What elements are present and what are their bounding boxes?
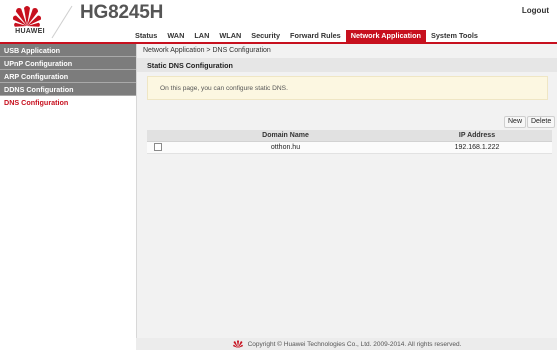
nav-wan[interactable]: WAN: [162, 30, 189, 42]
sidebar-item-arp-configuration[interactable]: ARP Configuration: [0, 70, 136, 83]
footer: Copyright © Huawei Technologies Co., Ltd…: [136, 338, 557, 350]
logout-link[interactable]: Logout: [522, 6, 549, 15]
header-domain-name: Domain Name: [169, 130, 402, 142]
info-text: On this page, you can configure static D…: [160, 85, 288, 92]
header-select: [147, 130, 169, 142]
main-content: Network Application > DNS Configuration …: [136, 44, 557, 338]
section-header: Static DNS Configuration: [137, 58, 557, 72]
table-header-row: Domain Name IP Address: [147, 130, 552, 142]
sidebar: USB Application UPnP Configuration ARP C…: [0, 44, 136, 350]
dns-table: Domain Name IP Address otthon.hu 192.168…: [147, 130, 552, 154]
device-model: HG8245H: [80, 2, 164, 23]
row-select-cell: [147, 141, 169, 154]
header-ip-address: IP Address: [402, 130, 552, 142]
nav-status[interactable]: Status: [130, 30, 162, 42]
footer-copyright: Copyright © Huawei Technologies Co., Ltd…: [247, 341, 462, 349]
delete-button[interactable]: Delete: [527, 116, 556, 128]
sidebar-item-upnp-configuration[interactable]: UPnP Configuration: [0, 57, 136, 70]
nav-system-tools[interactable]: System Tools: [426, 30, 483, 42]
nav-network-application[interactable]: Network Application: [345, 30, 426, 42]
nav-wlan[interactable]: WLAN: [214, 30, 246, 42]
sidebar-item-usb-application[interactable]: USB Application: [0, 44, 136, 57]
header: HUAWEI HG8245H Logout Status WAN LAN WLA…: [0, 0, 557, 42]
footer-content: Copyright © Huawei Technologies Co., Ltd…: [136, 339, 557, 350]
domain-cell: otthon.hu: [169, 141, 402, 154]
nav-lan[interactable]: LAN: [189, 30, 214, 42]
new-button[interactable]: New: [504, 116, 527, 128]
nav-security[interactable]: Security: [246, 30, 285, 42]
nav-forward-rules[interactable]: Forward Rules: [285, 30, 346, 42]
table-row[interactable]: otthon.hu 192.168.1.222: [147, 141, 552, 154]
sidebar-item-ddns-configuration[interactable]: DDNS Configuration: [0, 83, 136, 96]
breadcrumb: Network Application > DNS Configuration: [143, 47, 271, 54]
section-title: Static DNS Configuration: [147, 61, 233, 70]
ip-cell: 192.168.1.222: [402, 141, 552, 154]
footer-logo-icon: [232, 339, 244, 350]
sidebar-item-dns-configuration[interactable]: DNS Configuration: [0, 96, 136, 109]
top-nav: Status WAN LAN WLAN Security Forward Rul…: [0, 30, 557, 42]
checkbox-icon[interactable]: [154, 143, 162, 151]
info-box: On this page, you can configure static D…: [147, 76, 548, 100]
